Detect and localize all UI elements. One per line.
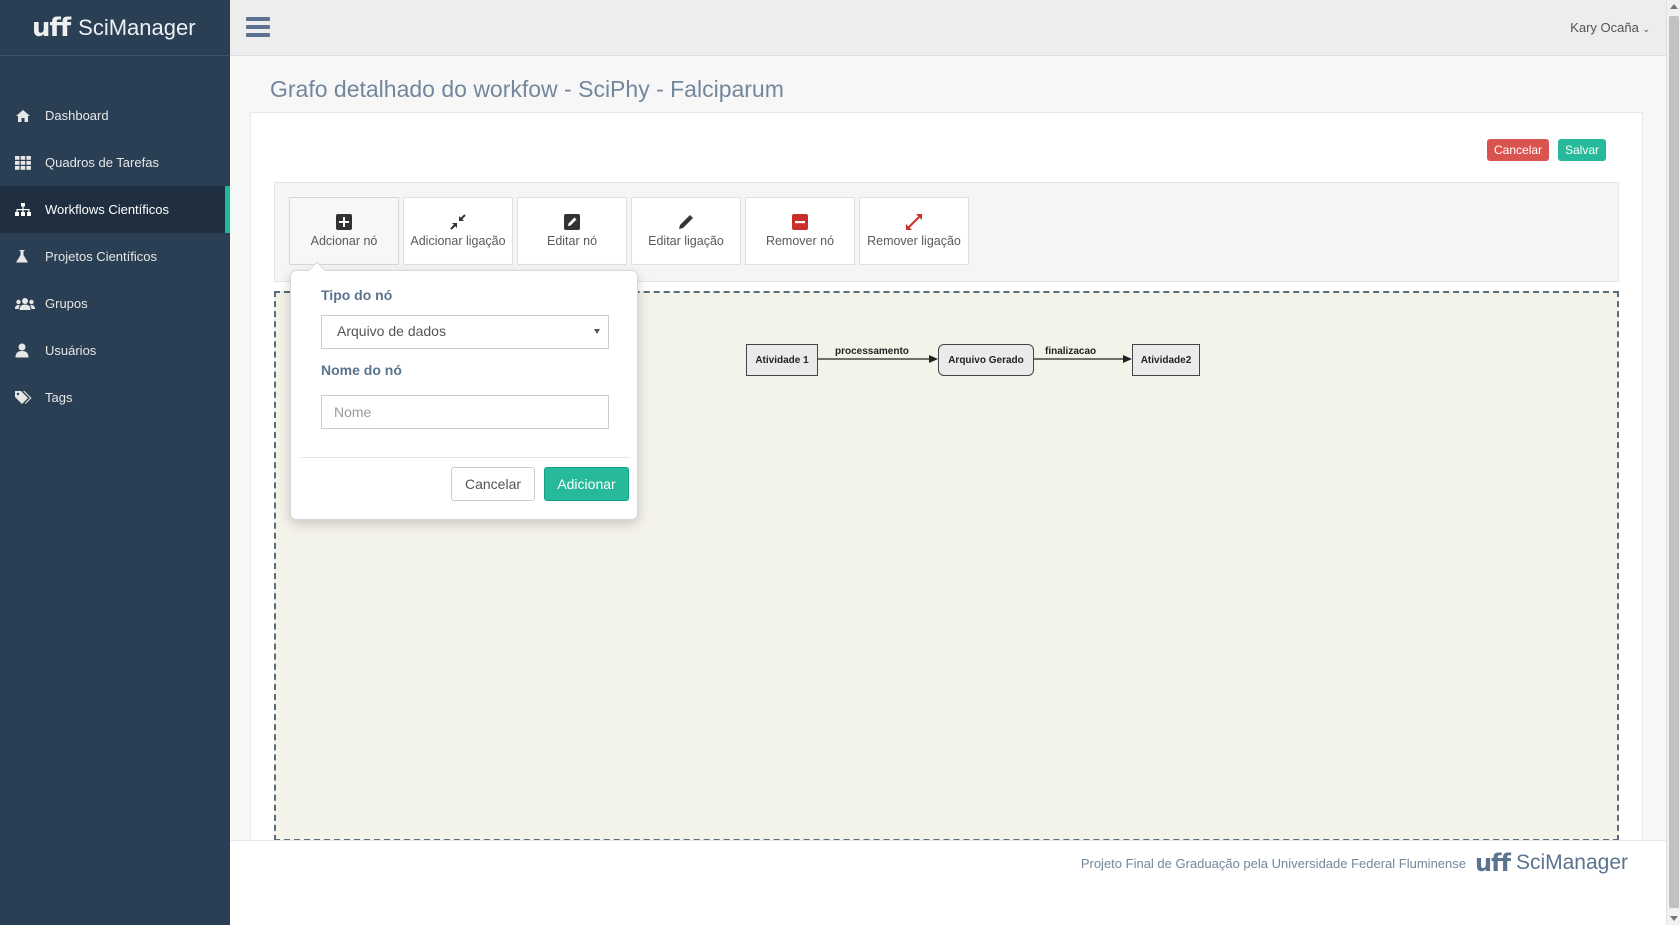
scroll-up-icon[interactable]	[1670, 4, 1678, 9]
uff-logo: uff	[1474, 849, 1511, 877]
node-name-label: Nome do nó	[321, 362, 402, 378]
sitemap-icon	[15, 202, 45, 217]
footer: Projeto Final de Graduação pela Universi…	[230, 840, 1666, 925]
sidebar-item-grupos[interactable]: Grupos	[0, 280, 230, 327]
popover-divider	[301, 457, 629, 458]
cancel-button[interactable]: Cancelar	[1487, 139, 1550, 161]
sidebar-item-dashboard[interactable]: Dashboard	[0, 92, 230, 139]
page-title: Grafo detalhado do workfow - SciPhy - Fa…	[270, 76, 784, 102]
compress-icon	[450, 214, 466, 230]
sidebar-item-tags[interactable]: Tags	[0, 374, 230, 421]
grid-icon	[15, 155, 45, 170]
sidebar-item-workflows[interactable]: Workflows Científicos	[0, 186, 230, 233]
expand-icon	[906, 214, 922, 230]
edge-label-finalizacao: finalizacao	[1045, 346, 1097, 357]
graph-toolbar: Adcionar nó Adicionar ligação Editar nó …	[274, 182, 1619, 282]
edit-link-button[interactable]: Editar ligação	[631, 197, 741, 265]
sidebar-item-label: Grupos	[45, 296, 88, 311]
scrollbar-thumb[interactable]	[1669, 16, 1679, 908]
node-type-value: Arquivo de dados	[337, 323, 446, 339]
user-name: Kary Ocaña	[1570, 20, 1639, 35]
user-icon	[15, 343, 45, 358]
footer-brand: uff SciManager	[1475, 849, 1628, 877]
edit-node-button[interactable]: Editar nó	[517, 197, 627, 265]
home-icon	[15, 109, 45, 123]
edit-link-label: Editar ligação	[648, 234, 724, 248]
sidebar-item-label: Tags	[45, 390, 73, 405]
sidebar-item-usuarios[interactable]: Usuários	[0, 327, 230, 374]
caret-down-icon	[594, 329, 600, 334]
add-link-button[interactable]: Adicionar ligação	[403, 197, 513, 265]
plus-square-icon	[336, 214, 352, 230]
add-node-button[interactable]: Adcionar nó	[289, 197, 399, 265]
sidebar-item-projetos[interactable]: Projetos Científicos	[0, 233, 230, 280]
flask-icon	[15, 249, 45, 264]
popover-add-button[interactable]: Adicionar	[544, 467, 629, 501]
pencil-icon	[679, 215, 693, 229]
footer-text: Projeto Final de Graduação pela Universi…	[1080, 856, 1466, 871]
sidebar: uff SciManager Dashboard Quadros de Tare…	[0, 0, 230, 925]
minus-square-icon	[792, 214, 808, 230]
sidebar-item-label: Usuários	[45, 343, 97, 358]
brand[interactable]: uff SciManager	[0, 0, 230, 56]
popover-cancel-button[interactable]: Cancelar	[451, 467, 535, 501]
edit-icon	[564, 214, 580, 230]
sidebar-item-quadros[interactable]: Quadros de Tarefas	[0, 139, 230, 186]
node-name-input[interactable]	[321, 395, 609, 429]
add-node-label: Adcionar nó	[310, 234, 378, 248]
page-scrollbar[interactable]	[1666, 0, 1680, 925]
remove-node-label: Remover nó	[765, 234, 835, 248]
sidebar-item-label: Quadros de Tarefas	[45, 155, 159, 170]
remove-node-button[interactable]: Remover nó	[745, 197, 855, 265]
sidebar-item-label: Dashboard	[45, 108, 109, 123]
sidebar-menu: Dashboard Quadros de Tarefas Workflows C…	[0, 92, 230, 421]
users-icon	[15, 297, 45, 311]
scroll-down-icon[interactable]	[1670, 916, 1678, 921]
node-type-select[interactable]: Arquivo de dados	[321, 315, 609, 349]
add-node-popover: Tipo do nó Arquivo de dados Nome do nó C…	[290, 261, 638, 520]
tags-icon	[15, 390, 45, 405]
remove-link-label: Remover ligação	[867, 234, 961, 248]
remove-link-button[interactable]: Remover ligação	[859, 197, 969, 265]
save-button[interactable]: Salvar	[1558, 139, 1607, 161]
add-link-label: Adicionar ligação	[410, 234, 506, 248]
top-nav: Kary Ocaña ⌄	[230, 0, 1666, 56]
sidebar-item-label: Projetos Científicos	[45, 249, 157, 264]
node-type-label: Tipo do nó	[321, 287, 393, 303]
edge-label-processamento: processamento	[835, 346, 909, 357]
user-menu[interactable]: Kary Ocaña ⌄	[1570, 20, 1650, 35]
uff-logo: uff	[32, 12, 71, 43]
chevron-down-icon: ⌄	[1642, 24, 1650, 34]
edit-node-label: Editar nó	[546, 234, 598, 248]
sidebar-item-label: Workflows Científicos	[45, 202, 170, 217]
footer-app-name: SciManager	[1515, 851, 1628, 874]
app-name: SciManager	[78, 14, 196, 40]
menu-toggle-icon[interactable]	[246, 17, 270, 37]
